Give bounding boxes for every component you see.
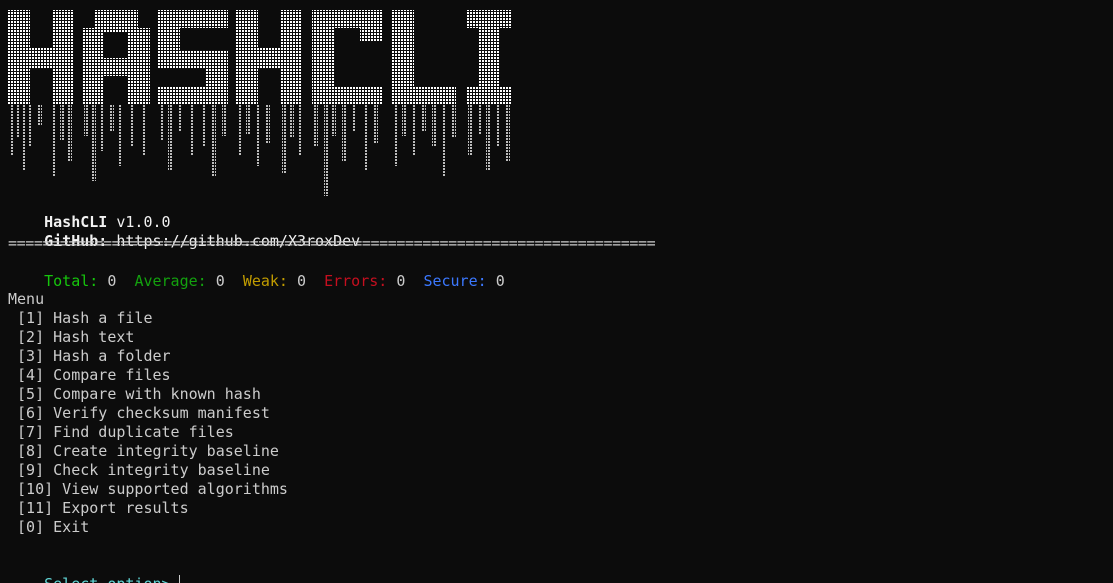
stat-weak-value: 0 [297,272,307,290]
menu-item-hash-folder: [3] Hash a folder [8,347,171,365]
menu-item-find-duplicates: [7] Find duplicate files [8,423,234,441]
stat-errors-label: Errors: [324,272,388,290]
stat-average-value: 0 [215,272,225,290]
command-prompt[interactable]: Select option> [8,556,180,583]
stat-average-label: Average: [134,272,207,290]
hashcli-ascii-logo [8,10,512,196]
stat-weak-label: Weak: [242,272,288,290]
menu-item-compare-known-hash: [5] Compare with known hash [8,385,261,403]
prompt-label: Select option> [44,575,170,583]
menu-item-compare-files: [4] Compare files [8,366,171,384]
menu-item-exit: [0] Exit [8,518,90,536]
stat-errors-value: 0 [396,272,406,290]
menu-title: Menu [8,290,45,308]
terminal-window: HashCLI v1.0.0 GitHub: https://github.co… [0,0,1113,583]
menu-item-view-algorithms: [10] View supported algorithms [8,480,288,498]
version-line: HashCLI v1.0.0 [8,194,170,231]
stat-total-label: Total: [44,272,99,290]
menu-item-export-results: [11] Export results [8,499,189,517]
menu-item-hash-file: [1] Hash a file [8,309,153,327]
stat-secure-label: Secure: [423,272,487,290]
stats-bar: Total: 0 Average: 0 Weak: 0 Errors: 0 Se… [8,253,505,290]
separator-rule: ========================================… [8,236,656,250]
menu-item-check-baseline: [9] Check integrity baseline [8,461,270,479]
text-cursor [178,575,180,583]
menu-item-create-baseline: [8] Create integrity baseline [8,442,279,460]
menu-item-hash-text: [2] Hash text [8,328,135,346]
stat-total-value: 0 [107,272,117,290]
github-line: GitHub: https://github.com/X3roxDev [8,213,360,250]
menu-item-verify-manifest: [6] Verify checksum manifest [8,404,270,422]
stat-secure-value: 0 [495,272,505,290]
